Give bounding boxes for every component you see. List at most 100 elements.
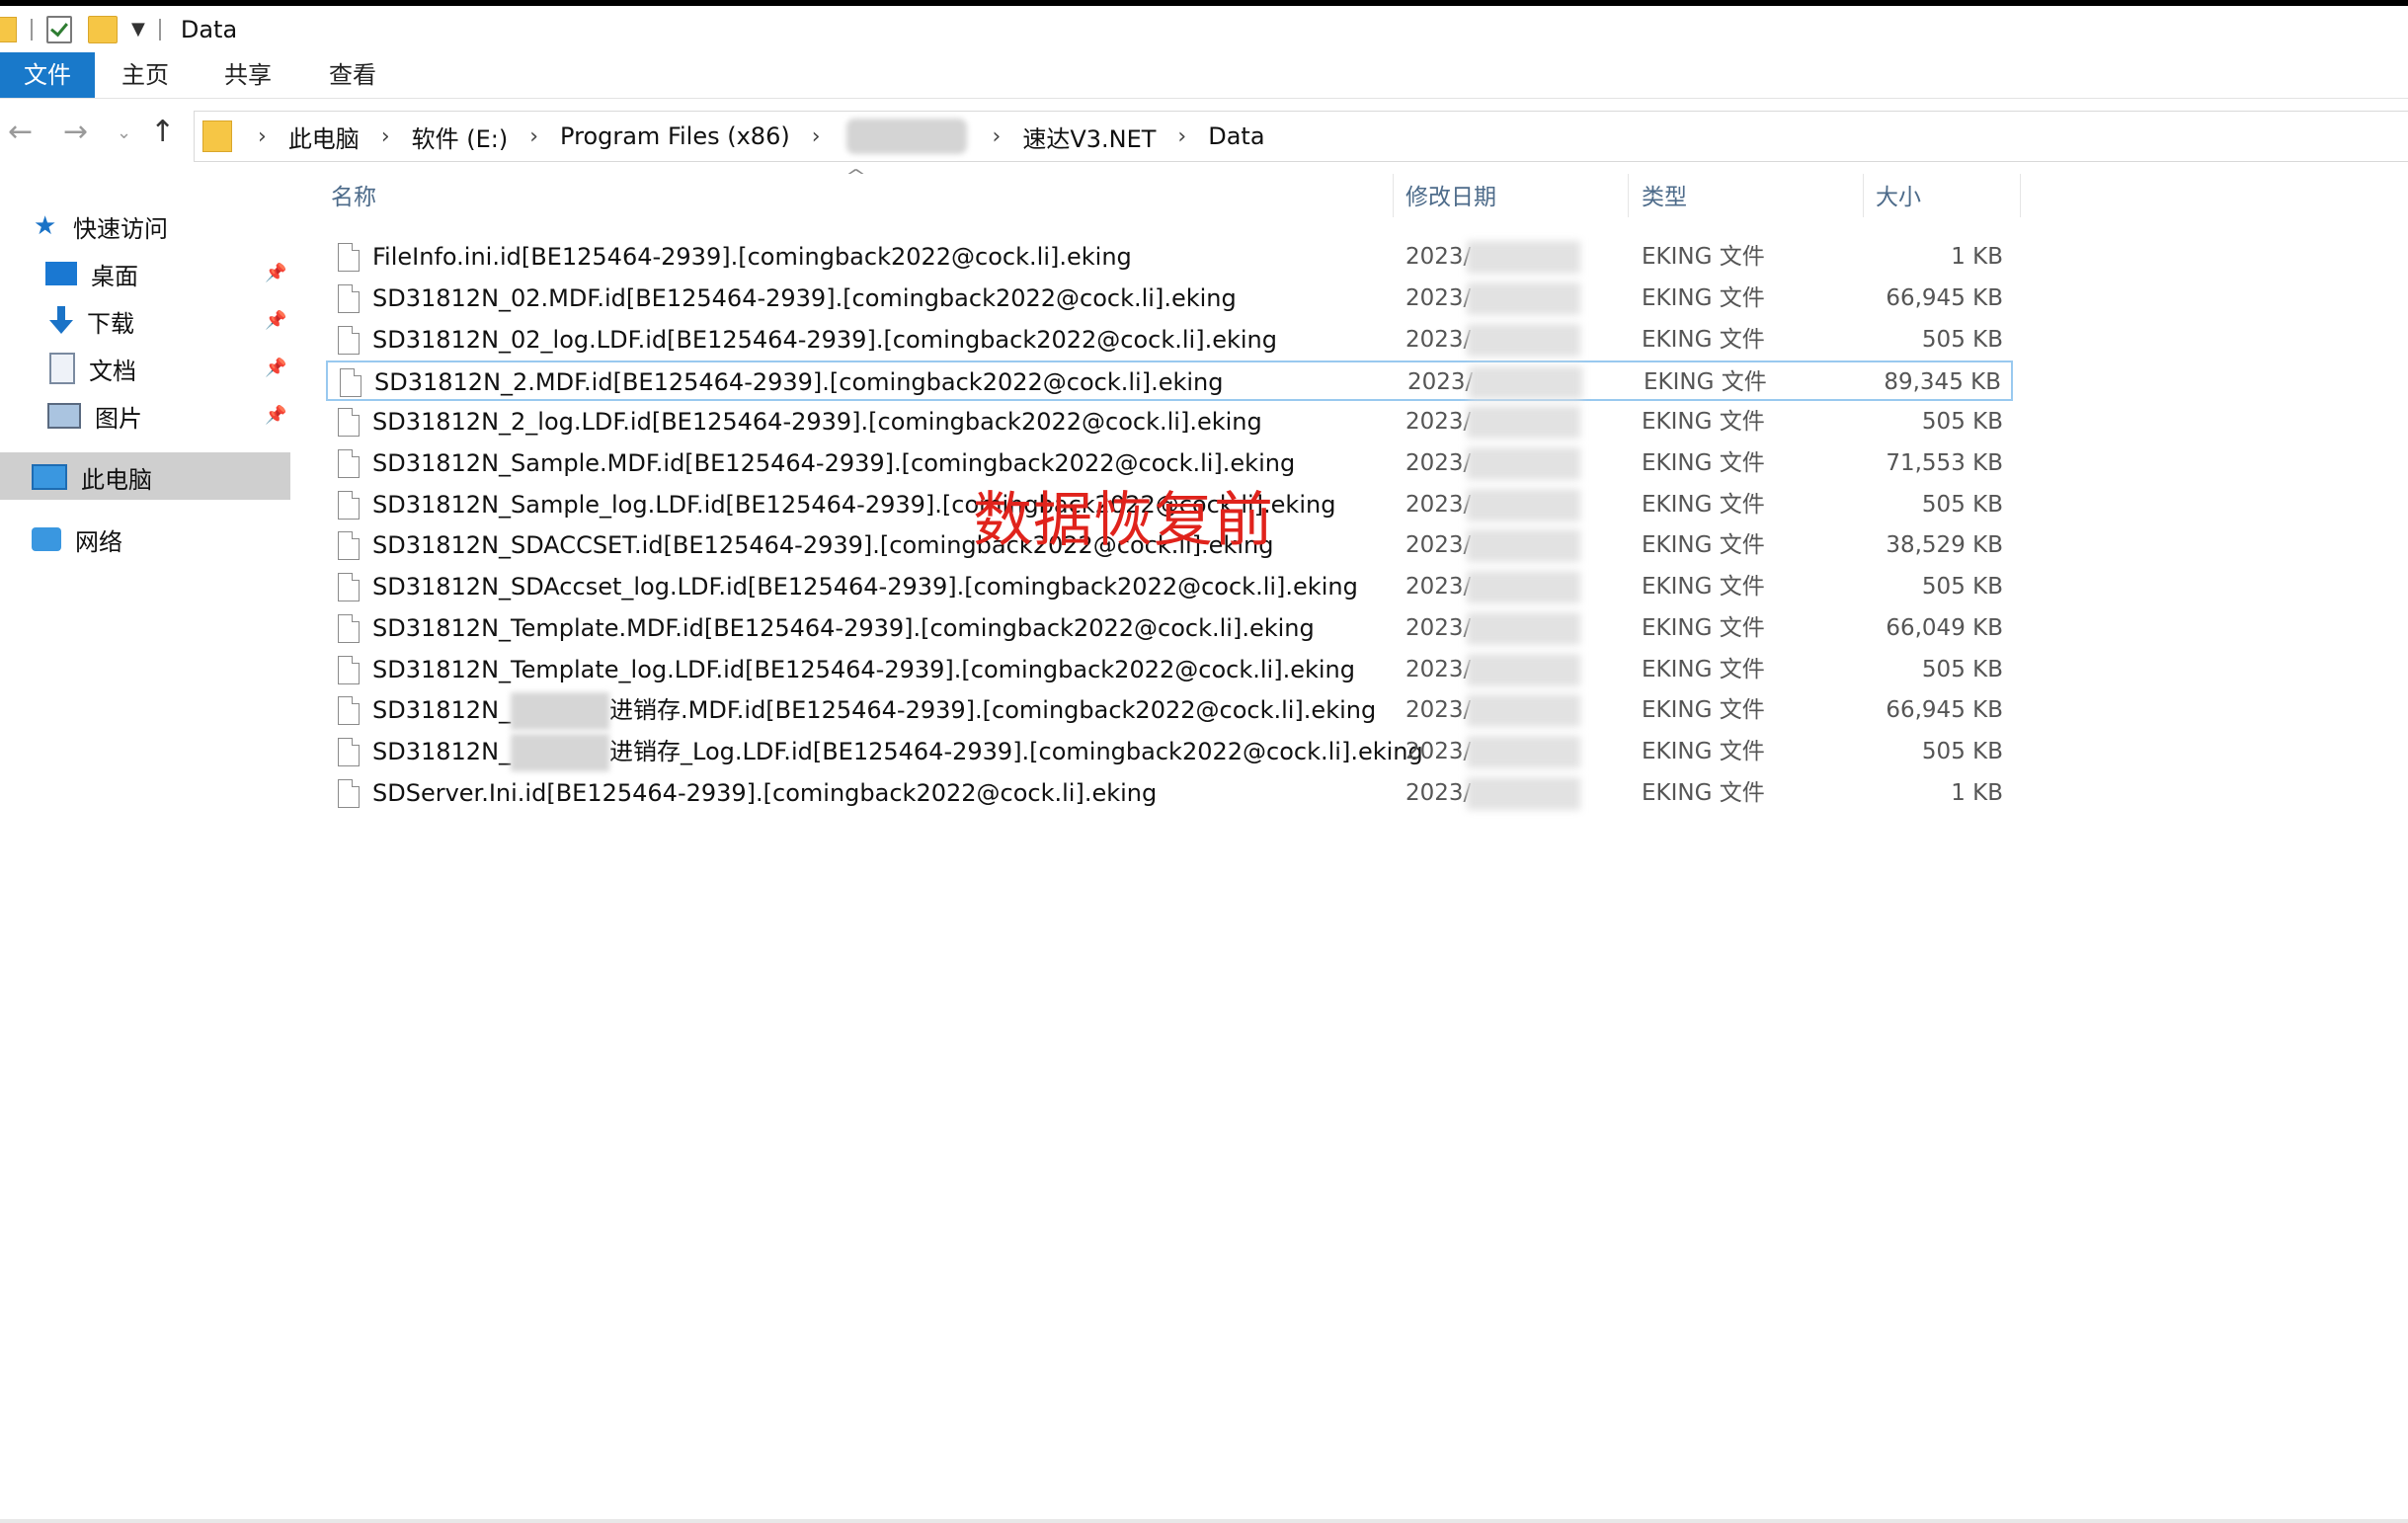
file-row[interactable]: SD31812N_SDAccset_log.LDF.id[BE125464-29… — [326, 567, 2013, 607]
nav-this-pc[interactable]: 此电脑 — [32, 457, 152, 497]
file-size: 505 KB — [1921, 657, 2003, 682]
column-divider[interactable] — [2020, 174, 2021, 217]
nav-network[interactable]: 网络 — [32, 520, 122, 559]
file-row[interactable]: SD31812N_02_log.LDF.id[BE125464-2939].[c… — [326, 320, 2013, 361]
back-arrow-icon[interactable]: ← — [8, 115, 33, 149]
file-date: 2023/ — [1405, 285, 1472, 311]
tab-home[interactable]: 主页 — [121, 52, 169, 98]
chevron-right-icon[interactable]: › — [1177, 124, 1186, 149]
new-folder-icon[interactable] — [88, 15, 118, 43]
column-divider[interactable] — [1628, 174, 1629, 217]
chevron-right-icon[interactable]: › — [529, 124, 538, 149]
quick-access-toolbar: ▼ — [0, 15, 175, 43]
file-date: 2023/ — [1405, 697, 1472, 723]
file-icon — [338, 491, 360, 520]
breadcrumb-this-pc[interactable]: 此电脑 — [288, 120, 360, 154]
file-type: EKING 文件 — [1642, 657, 1765, 682]
up-arrow-icon[interactable]: ↑ — [150, 115, 175, 149]
file-type: EKING 文件 — [1642, 532, 1765, 558]
file-row[interactable]: SD31812N_Template_log.LDF.id[BE125464-29… — [326, 650, 2013, 690]
nav-pictures[interactable]: 图片 — [47, 396, 142, 436]
tab-share[interactable]: 共享 — [224, 52, 272, 98]
file-size: 66,945 KB — [1886, 697, 2003, 723]
name-redacted — [511, 734, 610, 771]
breadcrumb-program-files[interactable]: Program Files (x86) — [560, 122, 790, 150]
tab-view[interactable]: 查看 — [329, 52, 376, 98]
bottom-edge — [0, 1519, 2408, 1523]
file-type: EKING 文件 — [1642, 780, 1765, 806]
chevron-right-icon[interactable]: › — [381, 124, 390, 149]
date-redacted — [1467, 282, 1580, 315]
chevron-right-icon[interactable]: › — [258, 124, 267, 149]
breadcrumb-data[interactable]: Data — [1208, 122, 1264, 150]
file-icon — [338, 738, 360, 766]
column-divider[interactable] — [1863, 174, 1864, 217]
file-name-redacted: SD31812N_ 进销存.MDF.id[BE125464-2939].[comi… — [372, 690, 1376, 731]
file-icon — [338, 696, 360, 725]
file-type: EKING 文件 — [1642, 450, 1765, 476]
column-header-size[interactable]: 大小 — [1876, 178, 1921, 211]
name-redacted — [511, 692, 610, 730]
file-row[interactable]: SD31812N_ 进销存_Log.LDF.id[BE125464-2939].[… — [326, 732, 2013, 772]
recent-locations-chevron-icon[interactable]: ⌄ — [117, 122, 131, 143]
pin-icon[interactable]: 📌 — [265, 263, 286, 283]
breadcrumb-drive-e[interactable]: 软件 (E:) — [412, 120, 509, 154]
address-bar[interactable]: › 此电脑 › 软件 (E:) › Program Files (x86) › … — [194, 111, 2408, 162]
file-date: 2023/ — [1405, 615, 1472, 641]
nav-documents[interactable]: 文档 — [49, 349, 136, 388]
file-name: SDServer.Ini.id[BE125464-2939].[comingba… — [372, 779, 1158, 807]
chevron-right-icon[interactable]: › — [812, 124, 821, 149]
pin-icon[interactable]: 📌 — [265, 405, 286, 426]
breadcrumb-suda[interactable]: 速达V3.NET — [1022, 120, 1156, 154]
file-icon — [338, 326, 360, 355]
column-header-type[interactable]: 类型 — [1642, 178, 1687, 211]
file-date: 2023/ — [1405, 574, 1472, 600]
pin-icon[interactable]: 📌 — [265, 358, 286, 378]
nav-quick-access[interactable]: ★ 快速访问 — [34, 206, 168, 246]
file-name-suffix: 进销存.MDF.id[BE125464-2939].[comingback202… — [609, 696, 1377, 724]
column-divider[interactable] — [1393, 174, 1394, 217]
file-date: 2023/ — [1405, 327, 1472, 353]
file-name: SD31812N_Template.MDF.id[BE125464-2939].… — [372, 614, 1315, 642]
tab-file[interactable]: 文件 — [0, 52, 95, 98]
column-header-date[interactable]: 修改日期 — [1405, 178, 1496, 211]
file-icon — [338, 284, 360, 313]
chevron-right-icon[interactable]: › — [993, 124, 1002, 149]
file-type: EKING 文件 — [1644, 369, 1767, 395]
date-redacted — [1467, 654, 1580, 686]
navigation-row: ← → ⌄ ↑ › 此电脑 › 软件 (E:) › Program Files … — [0, 107, 2408, 164]
file-row[interactable]: SD31812N_2_log.LDF.id[BE125464-2939].[co… — [326, 402, 2013, 442]
file-row[interactable]: SD31812N_02.MDF.id[BE125464-2939].[comin… — [326, 279, 2013, 319]
date-redacted — [1467, 324, 1580, 357]
file-row[interactable]: FileInfo.ini.id[BE125464-2939].[comingba… — [326, 237, 2013, 278]
date-redacted — [1467, 489, 1580, 521]
properties-check-icon[interactable] — [46, 15, 72, 43]
nav-network-label: 网络 — [75, 527, 122, 556]
file-date: 2023/ — [1405, 244, 1472, 270]
breadcrumb-redacted[interactable] — [845, 119, 967, 154]
qa-divider — [31, 18, 33, 40]
file-icon — [340, 368, 361, 397]
nav-desktop[interactable]: 桌面 — [45, 254, 138, 293]
file-type: EKING 文件 — [1642, 244, 1765, 270]
file-row-selected[interactable]: SD31812N_2.MDF.id[BE125464-2939].[coming… — [326, 361, 2013, 401]
file-name-prefix: SD31812N_ — [372, 738, 512, 765]
customize-qa-dropdown-icon[interactable]: ▼ — [131, 19, 145, 40]
file-icon — [338, 408, 360, 437]
file-size: 71,553 KB — [1886, 450, 2003, 476]
file-icon — [338, 449, 360, 478]
file-icon — [338, 573, 360, 601]
date-redacted — [1469, 366, 1582, 399]
column-header-name[interactable]: 名称 — [331, 178, 376, 211]
nav-downloads[interactable]: 下载 — [49, 301, 134, 341]
pin-icon[interactable]: 📌 — [265, 310, 286, 331]
file-date: 2023/ — [1405, 657, 1472, 682]
file-row[interactable]: SD31812N_Template.MDF.id[BE125464-2939].… — [326, 608, 2013, 649]
file-name: FileInfo.ini.id[BE125464-2939].[comingba… — [372, 243, 1132, 271]
file-row[interactable]: SD31812N_ 进销存.MDF.id[BE125464-2939].[comi… — [326, 690, 2013, 731]
app-folder-icon[interactable] — [0, 16, 17, 42]
forward-arrow-icon[interactable]: → — [63, 115, 88, 149]
file-row[interactable]: SDServer.Ini.id[BE125464-2939].[comingba… — [326, 773, 2013, 814]
file-icon — [338, 779, 360, 808]
title-bar: ▼ Data — [0, 6, 2408, 52]
